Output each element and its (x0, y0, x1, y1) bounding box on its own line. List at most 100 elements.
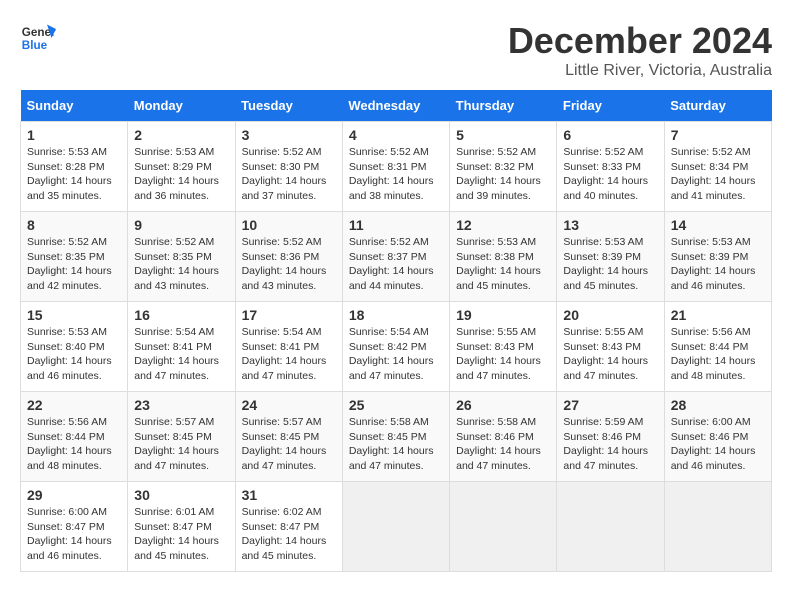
day-number: 29 (27, 487, 121, 503)
calendar-cell: 11 Sunrise: 5:52 AM Sunset: 8:37 PM Dayl… (342, 212, 449, 302)
calendar-cell: 17 Sunrise: 5:54 AM Sunset: 8:41 PM Dayl… (235, 302, 342, 392)
day-info: Sunrise: 5:52 AM Sunset: 8:36 PM Dayligh… (242, 235, 336, 294)
week-row-1: 1 Sunrise: 5:53 AM Sunset: 8:28 PM Dayli… (21, 122, 772, 212)
day-number: 21 (671, 307, 765, 323)
calendar-cell: 24 Sunrise: 5:57 AM Sunset: 8:45 PM Dayl… (235, 392, 342, 482)
day-number: 8 (27, 217, 121, 233)
calendar-cell: 26 Sunrise: 5:58 AM Sunset: 8:46 PM Dayl… (450, 392, 557, 482)
day-info: Sunrise: 5:55 AM Sunset: 8:43 PM Dayligh… (563, 325, 657, 384)
calendar-cell: 30 Sunrise: 6:01 AM Sunset: 8:47 PM Dayl… (128, 482, 235, 572)
calendar-cell: 15 Sunrise: 5:53 AM Sunset: 8:40 PM Dayl… (21, 302, 128, 392)
title-area: December 2024 Little River, Victoria, Au… (508, 20, 772, 80)
day-info: Sunrise: 5:53 AM Sunset: 8:39 PM Dayligh… (563, 235, 657, 294)
week-row-2: 8 Sunrise: 5:52 AM Sunset: 8:35 PM Dayli… (21, 212, 772, 302)
calendar-cell: 2 Sunrise: 5:53 AM Sunset: 8:29 PM Dayli… (128, 122, 235, 212)
day-number: 17 (242, 307, 336, 323)
day-number: 2 (134, 127, 228, 143)
day-info: Sunrise: 5:54 AM Sunset: 8:42 PM Dayligh… (349, 325, 443, 384)
day-header-wednesday: Wednesday (342, 90, 449, 122)
day-number: 26 (456, 397, 550, 413)
calendar-cell: 12 Sunrise: 5:53 AM Sunset: 8:38 PM Dayl… (450, 212, 557, 302)
day-number: 27 (563, 397, 657, 413)
day-info: Sunrise: 5:59 AM Sunset: 8:46 PM Dayligh… (563, 415, 657, 474)
day-info: Sunrise: 5:53 AM Sunset: 8:28 PM Dayligh… (27, 145, 121, 204)
day-number: 11 (349, 217, 443, 233)
calendar-cell (664, 482, 771, 572)
day-info: Sunrise: 5:52 AM Sunset: 8:34 PM Dayligh… (671, 145, 765, 204)
calendar-cell: 23 Sunrise: 5:57 AM Sunset: 8:45 PM Dayl… (128, 392, 235, 482)
day-info: Sunrise: 5:52 AM Sunset: 8:31 PM Dayligh… (349, 145, 443, 204)
day-number: 18 (349, 307, 443, 323)
day-number: 14 (671, 217, 765, 233)
calendar-cell: 19 Sunrise: 5:55 AM Sunset: 8:43 PM Dayl… (450, 302, 557, 392)
calendar-cell: 13 Sunrise: 5:53 AM Sunset: 8:39 PM Dayl… (557, 212, 664, 302)
day-info: Sunrise: 5:52 AM Sunset: 8:35 PM Dayligh… (134, 235, 228, 294)
day-number: 6 (563, 127, 657, 143)
svg-text:Blue: Blue (22, 39, 48, 52)
month-title: December 2024 (508, 20, 772, 62)
day-info: Sunrise: 5:55 AM Sunset: 8:43 PM Dayligh… (456, 325, 550, 384)
days-header-row: SundayMondayTuesdayWednesdayThursdayFrid… (21, 90, 772, 122)
day-info: Sunrise: 5:58 AM Sunset: 8:45 PM Dayligh… (349, 415, 443, 474)
day-number: 9 (134, 217, 228, 233)
day-info: Sunrise: 5:56 AM Sunset: 8:44 PM Dayligh… (671, 325, 765, 384)
day-info: Sunrise: 5:54 AM Sunset: 8:41 PM Dayligh… (134, 325, 228, 384)
calendar-cell: 16 Sunrise: 5:54 AM Sunset: 8:41 PM Dayl… (128, 302, 235, 392)
calendar-cell: 21 Sunrise: 5:56 AM Sunset: 8:44 PM Dayl… (664, 302, 771, 392)
day-header-thursday: Thursday (450, 90, 557, 122)
day-info: Sunrise: 6:00 AM Sunset: 8:46 PM Dayligh… (671, 415, 765, 474)
day-number: 22 (27, 397, 121, 413)
day-number: 30 (134, 487, 228, 503)
calendar-cell: 3 Sunrise: 5:52 AM Sunset: 8:30 PM Dayli… (235, 122, 342, 212)
day-info: Sunrise: 5:52 AM Sunset: 8:33 PM Dayligh… (563, 145, 657, 204)
calendar-cell: 10 Sunrise: 5:52 AM Sunset: 8:36 PM Dayl… (235, 212, 342, 302)
calendar-table: SundayMondayTuesdayWednesdayThursdayFrid… (20, 90, 772, 572)
day-number: 13 (563, 217, 657, 233)
calendar-cell: 8 Sunrise: 5:52 AM Sunset: 8:35 PM Dayli… (21, 212, 128, 302)
day-info: Sunrise: 5:57 AM Sunset: 8:45 PM Dayligh… (134, 415, 228, 474)
day-info: Sunrise: 5:53 AM Sunset: 8:39 PM Dayligh… (671, 235, 765, 294)
day-number: 7 (671, 127, 765, 143)
day-number: 20 (563, 307, 657, 323)
week-row-5: 29 Sunrise: 6:00 AM Sunset: 8:47 PM Dayl… (21, 482, 772, 572)
day-number: 5 (456, 127, 550, 143)
calendar-cell: 18 Sunrise: 5:54 AM Sunset: 8:42 PM Dayl… (342, 302, 449, 392)
calendar-cell: 7 Sunrise: 5:52 AM Sunset: 8:34 PM Dayli… (664, 122, 771, 212)
day-number: 16 (134, 307, 228, 323)
day-info: Sunrise: 5:58 AM Sunset: 8:46 PM Dayligh… (456, 415, 550, 474)
calendar-cell: 4 Sunrise: 5:52 AM Sunset: 8:31 PM Dayli… (342, 122, 449, 212)
calendar-cell: 5 Sunrise: 5:52 AM Sunset: 8:32 PM Dayli… (450, 122, 557, 212)
calendar-cell: 28 Sunrise: 6:00 AM Sunset: 8:46 PM Dayl… (664, 392, 771, 482)
calendar-cell: 27 Sunrise: 5:59 AM Sunset: 8:46 PM Dayl… (557, 392, 664, 482)
header: General Blue December 2024 Little River,… (20, 20, 772, 80)
day-info: Sunrise: 6:01 AM Sunset: 8:47 PM Dayligh… (134, 505, 228, 564)
day-info: Sunrise: 5:53 AM Sunset: 8:29 PM Dayligh… (134, 145, 228, 204)
calendar-cell (557, 482, 664, 572)
day-info: Sunrise: 5:54 AM Sunset: 8:41 PM Dayligh… (242, 325, 336, 384)
week-row-4: 22 Sunrise: 5:56 AM Sunset: 8:44 PM Dayl… (21, 392, 772, 482)
location-title: Little River, Victoria, Australia (508, 62, 772, 80)
day-number: 24 (242, 397, 336, 413)
day-info: Sunrise: 5:52 AM Sunset: 8:30 PM Dayligh… (242, 145, 336, 204)
day-number: 1 (27, 127, 121, 143)
calendar-cell: 31 Sunrise: 6:02 AM Sunset: 8:47 PM Dayl… (235, 482, 342, 572)
day-info: Sunrise: 5:52 AM Sunset: 8:37 PM Dayligh… (349, 235, 443, 294)
day-info: Sunrise: 5:52 AM Sunset: 8:32 PM Dayligh… (456, 145, 550, 204)
logo-icon: General Blue (20, 20, 56, 56)
day-info: Sunrise: 6:02 AM Sunset: 8:47 PM Dayligh… (242, 505, 336, 564)
calendar-cell: 22 Sunrise: 5:56 AM Sunset: 8:44 PM Dayl… (21, 392, 128, 482)
calendar-cell: 14 Sunrise: 5:53 AM Sunset: 8:39 PM Dayl… (664, 212, 771, 302)
day-header-sunday: Sunday (21, 90, 128, 122)
calendar-cell: 25 Sunrise: 5:58 AM Sunset: 8:45 PM Dayl… (342, 392, 449, 482)
day-number: 10 (242, 217, 336, 233)
day-number: 31 (242, 487, 336, 503)
day-number: 19 (456, 307, 550, 323)
day-info: Sunrise: 5:53 AM Sunset: 8:40 PM Dayligh… (27, 325, 121, 384)
day-header-saturday: Saturday (664, 90, 771, 122)
day-info: Sunrise: 5:57 AM Sunset: 8:45 PM Dayligh… (242, 415, 336, 474)
calendar-cell: 6 Sunrise: 5:52 AM Sunset: 8:33 PM Dayli… (557, 122, 664, 212)
logo: General Blue (20, 20, 56, 56)
day-number: 12 (456, 217, 550, 233)
day-number: 28 (671, 397, 765, 413)
day-number: 15 (27, 307, 121, 323)
